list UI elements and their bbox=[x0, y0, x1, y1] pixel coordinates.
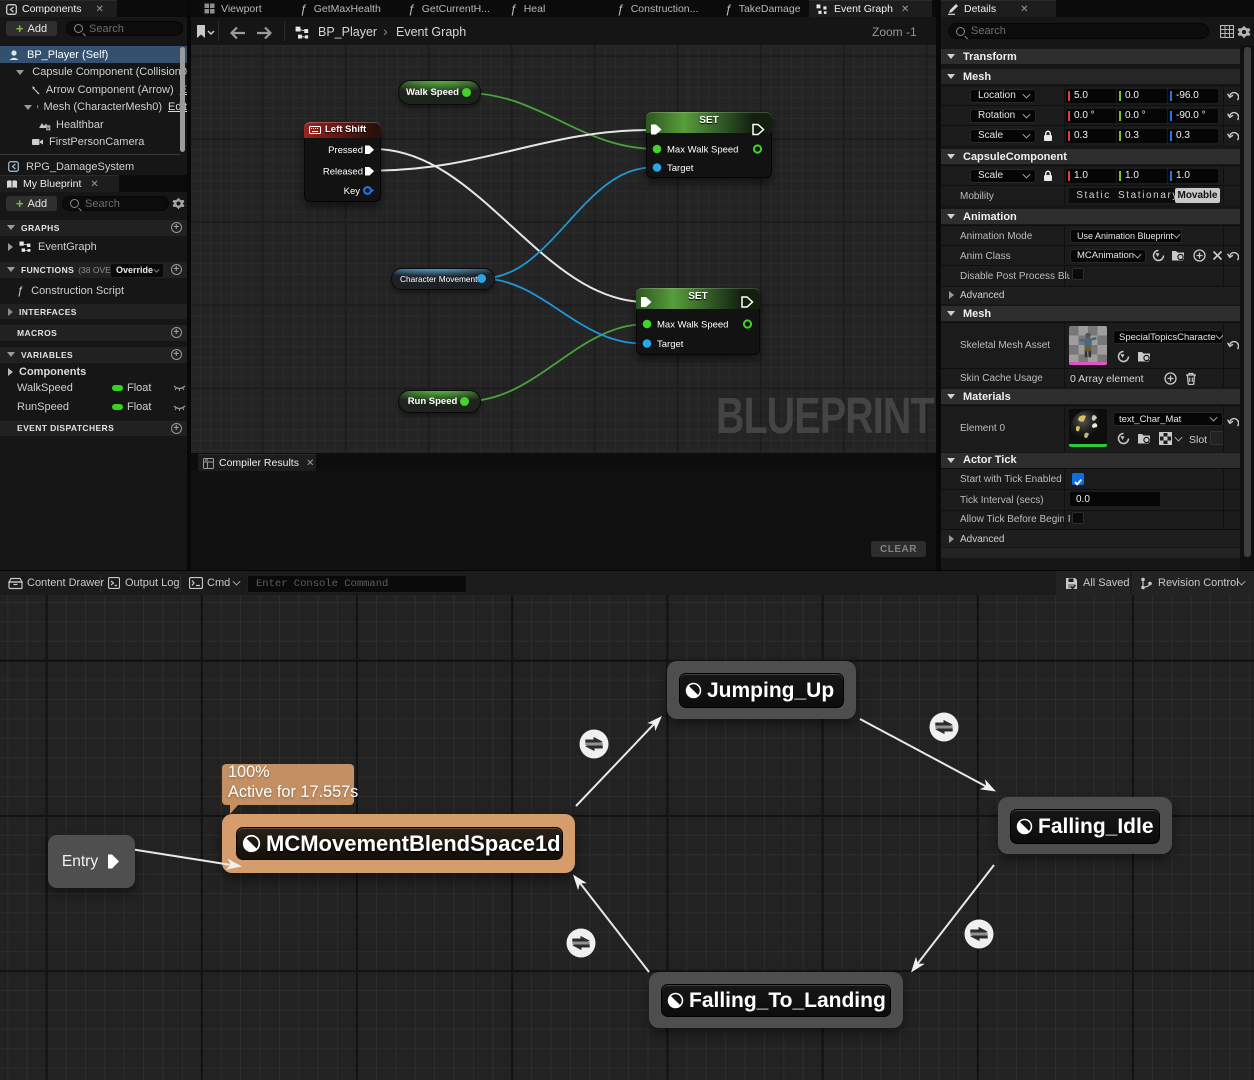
svg-text:Target: Target bbox=[657, 339, 684, 350]
svg-text:Max Walk Speed: Max Walk Speed bbox=[667, 145, 738, 156]
svg-text:Max Walk Speed: Max Walk Speed bbox=[657, 320, 728, 331]
svg-text:Target: Target bbox=[667, 163, 694, 174]
